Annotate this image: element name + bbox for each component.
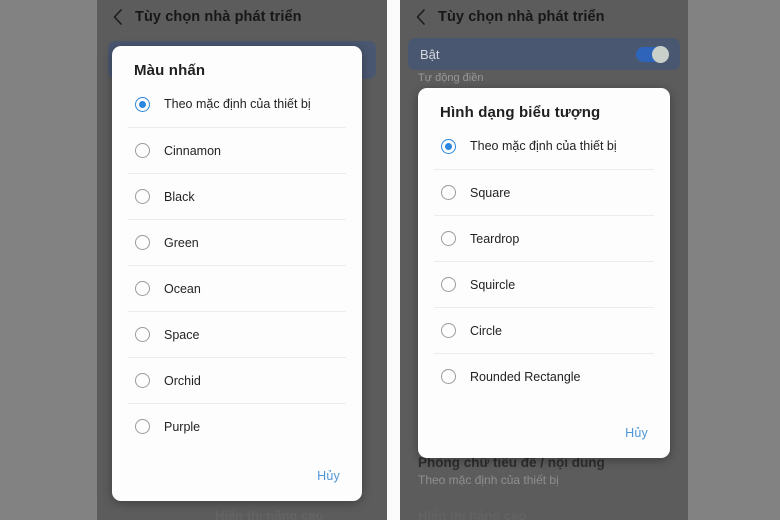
radio-option-row[interactable]: Orchid xyxy=(128,357,346,403)
radio-option-row[interactable]: Theo mặc định của thiết bị xyxy=(128,81,346,127)
radio-button[interactable] xyxy=(135,189,150,204)
radio-option-label: Orchid xyxy=(164,373,201,388)
radio-option-row[interactable]: Square xyxy=(434,169,654,215)
radio-option-label: Squircle xyxy=(470,277,516,292)
radio-option-row[interactable]: Rounded Rectangle xyxy=(434,353,654,399)
toggle-knob xyxy=(652,45,669,63)
radio-button[interactable] xyxy=(441,277,456,292)
left-background-ghost-text: Hiển thị nâng cao xyxy=(215,508,324,520)
radio-option-label: Green xyxy=(164,235,199,250)
accent-color-option-list: Theo mặc định của thiết bị Cinnamon Black G… xyxy=(112,81,362,459)
radio-button[interactable] xyxy=(135,143,150,158)
radio-option-label: Black xyxy=(164,189,195,204)
font-setting-subtitle: Theo mặc định của thiết bị xyxy=(418,473,559,487)
accent-color-dialog-actions: Hủy xyxy=(112,459,362,501)
screenshot-divider xyxy=(387,0,400,520)
radio-option-label: Theo mặc định của thiết bị xyxy=(470,139,617,153)
radio-option-row[interactable]: Cinnamon xyxy=(128,127,346,173)
icon-shape-dialog-title: Hình dạng biểu tượng xyxy=(440,104,601,121)
radio-button-selected[interactable] xyxy=(135,96,150,112)
screenshot-root: Tùy chọn nhà phát triển Hiển thị nâng ca… xyxy=(0,0,780,520)
radio-button[interactable] xyxy=(135,373,150,388)
radio-option-row[interactable]: Circle xyxy=(434,307,654,353)
right-background-ghost-text: Hiển thị nâng cao xyxy=(418,508,527,520)
radio-option-row[interactable]: Squircle xyxy=(434,261,654,307)
chevron-left-icon[interactable] xyxy=(105,4,131,30)
radio-option-label: Space xyxy=(164,327,200,342)
accent-color-dialog: Màu nhấn Theo mặc định của thiết bị Cinna… xyxy=(112,46,362,501)
radio-option-row[interactable]: Theo mặc định của thiết bị xyxy=(434,123,654,169)
icon-shape-option-list: Theo mặc định của thiết bị Square Teardrop… xyxy=(418,123,670,416)
radio-button[interactable] xyxy=(135,281,150,296)
radio-option-row[interactable]: Space xyxy=(128,311,346,357)
cancel-button[interactable]: Hủy xyxy=(315,465,342,487)
radio-button[interactable] xyxy=(441,185,456,200)
radio-button[interactable] xyxy=(441,231,456,246)
radio-option-label: Cinnamon xyxy=(164,143,221,158)
enable-toggle-row[interactable]: Bật xyxy=(408,38,680,70)
radio-option-label: Circle xyxy=(470,323,502,338)
radio-option-label: Rounded Rectangle xyxy=(470,369,581,384)
radio-option-row[interactable]: Purple xyxy=(128,403,346,449)
radio-button[interactable] xyxy=(441,323,456,338)
radio-option-label: Teardrop xyxy=(470,231,520,246)
radio-button[interactable] xyxy=(441,369,456,384)
right-page-title: Tùy chọn nhà phát triển xyxy=(438,8,605,25)
right-appbar: Tùy chọn nhà phát triển xyxy=(400,0,688,33)
radio-option-label: Theo mặc định của thiết bị xyxy=(164,97,311,111)
radio-button[interactable] xyxy=(135,235,150,250)
radio-option-row[interactable]: Black xyxy=(128,173,346,219)
cancel-button[interactable]: Hủy xyxy=(623,422,650,444)
radio-button-selected[interactable] xyxy=(441,138,456,154)
radio-option-label: Ocean xyxy=(164,281,201,296)
left-appbar: Tùy chọn nhà phát triển xyxy=(97,0,387,33)
radio-option-label: Purple xyxy=(164,419,201,434)
radio-option-label: Square xyxy=(470,185,511,200)
autofill-subtitle: Tự động điền xyxy=(418,72,484,84)
radio-button[interactable] xyxy=(135,419,150,434)
icon-shape-dialog: Hình dạng biểu tượng Theo mặc định của t… xyxy=(418,88,670,458)
left-page-title: Tùy chọn nhà phát triển xyxy=(135,8,302,25)
radio-option-row[interactable]: Teardrop xyxy=(434,215,654,261)
enable-toggle-label: Bật xyxy=(420,46,440,62)
radio-option-row[interactable]: Ocean xyxy=(128,265,346,311)
enable-toggle-switch[interactable] xyxy=(636,45,669,63)
chevron-left-icon[interactable] xyxy=(408,4,434,30)
accent-color-dialog-title: Màu nhấn xyxy=(134,62,206,79)
icon-shape-dialog-actions: Hủy xyxy=(418,416,670,458)
radio-button[interactable] xyxy=(135,327,150,342)
radio-option-row[interactable]: Green xyxy=(128,219,346,265)
